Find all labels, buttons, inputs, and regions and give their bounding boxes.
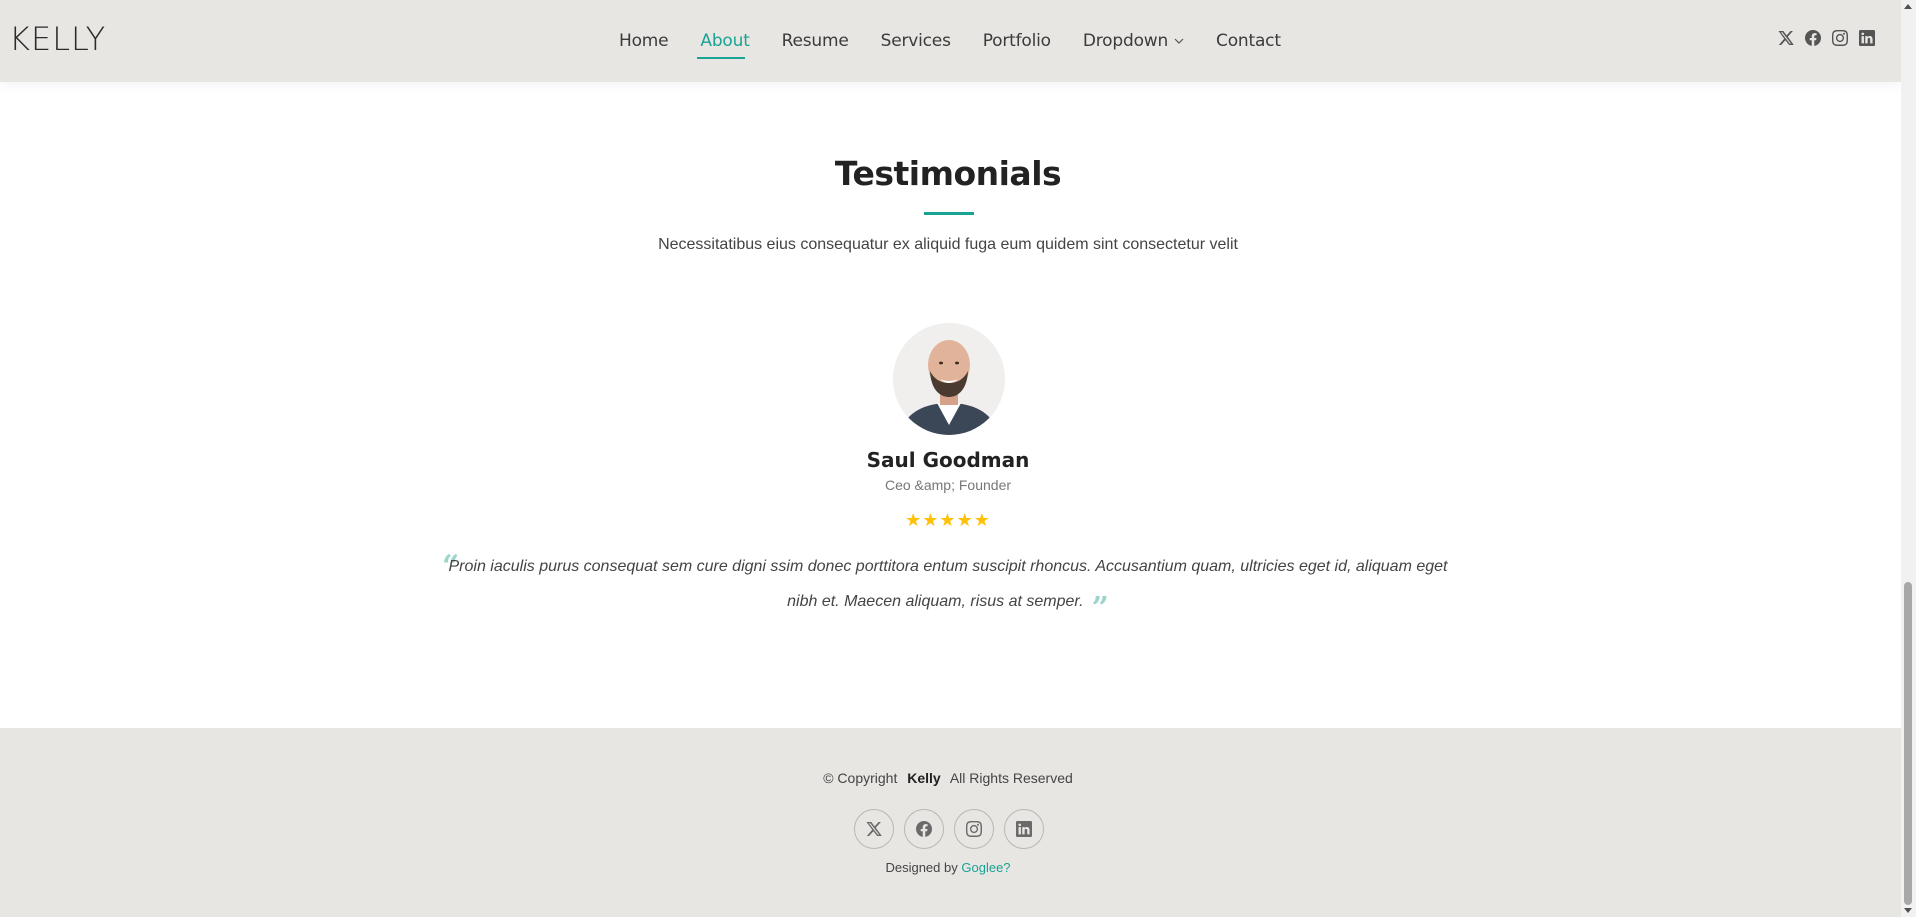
linkedin-icon[interactable] [1858,29,1875,46]
page-scrollbar[interactable] [1901,0,1916,917]
credits-label: Designed by [885,860,958,875]
nav-services[interactable]: Services [881,31,951,51]
scroll-up-arrow-icon[interactable] [1904,4,1912,9]
testimonial-role: Ceo &amp; Founder [884,477,1012,493]
nav-dropdown[interactable]: Dropdown [1083,31,1184,51]
facebook-icon[interactable] [1804,29,1821,46]
nav-about[interactable]: About [697,31,750,59]
site-logo[interactable]: KELLY [9,20,106,58]
x-icon[interactable] [1777,29,1794,46]
instagram-icon[interactable] [1831,29,1848,46]
footer-linkedin-link[interactable] [1004,809,1044,849]
site-footer: © Copyright Kelly All Rights Reserved De… [0,728,1901,917]
testimonial-quote: Proin iaculis purus consequat sem cure d… [440,552,1456,624]
header-social-links [1777,29,1875,46]
quote-right-icon: ” [1091,591,1109,626]
section-title: Testimonials [834,154,1062,193]
linkedin-icon [1016,821,1032,837]
footer-x-link[interactable] [854,809,894,849]
scroll-down-arrow-icon[interactable] [1904,908,1912,913]
copyright-brand: Kelly [907,770,941,786]
nav-contact[interactable]: Contact [1216,31,1281,51]
title-underline [924,212,974,215]
x-icon [866,822,882,836]
copyright-rights: All Rights Reserved [949,770,1073,786]
site-header: KELLY Home About Resume Services Portfol… [0,0,1901,82]
copyright: © Copyright Kelly All Rights Reserved [0,770,1896,786]
scrollbar-thumb[interactable] [1904,582,1912,905]
rating-stars: ★★★★★ [905,510,991,530]
designer-link[interactable]: Goglee? [961,860,1010,875]
footer-facebook-link[interactable] [904,809,944,849]
nav-resume[interactable]: Resume [782,31,849,51]
chevron-down-icon [1174,38,1184,44]
page: KELLY Home About Resume Services Portfol… [0,0,1901,917]
section-description: Necessitatibus eius consequatur ex aliqu… [658,236,1238,253]
nav-dropdown-label: Dropdown [1082,31,1169,51]
footer-instagram-link[interactable] [954,809,994,849]
copyright-prefix: © Copyright [823,770,898,786]
nav-home[interactable]: Home [619,31,669,51]
testimonial-name: Saul Goodman [866,448,1030,472]
testimonial-quote-text: Proin iaculis purus consequat sem cure d… [448,558,1448,610]
credits: Designed by Goglee? [0,860,1896,875]
facebook-icon [916,821,932,837]
avatar [893,323,1005,435]
nav-portfolio[interactable]: Portfolio [983,31,1051,51]
footer-social-links [854,809,1044,849]
instagram-icon [966,821,982,837]
main-nav: Home About Resume Services Portfolio Dro… [619,0,1313,82]
